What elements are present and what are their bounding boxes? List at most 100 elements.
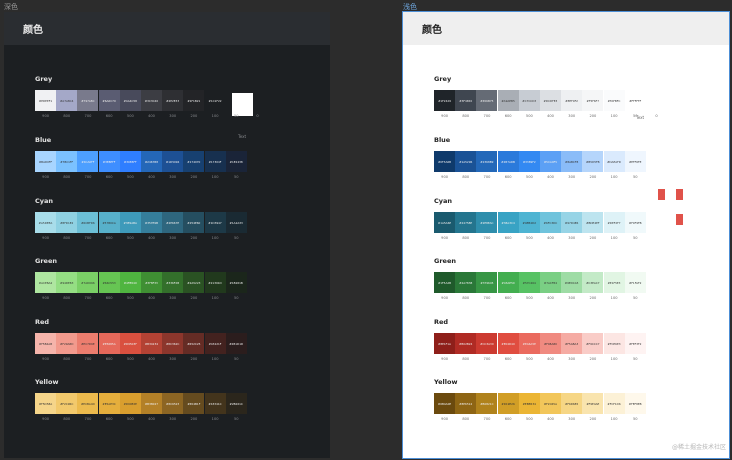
color-swatch[interactable]: #57C264 — [518, 272, 540, 293]
color-swatch[interactable]: #8E1F1A — [434, 333, 455, 354]
color-swatch[interactable]: #652C25 — [183, 333, 205, 354]
color-swatch[interactable]: #2E8EAC — [476, 212, 498, 233]
color-swatch[interactable]: #EEF0F2 — [561, 90, 583, 111]
color-swatch[interactable]: #8C362C — [162, 333, 184, 354]
color-swatch[interactable]: #21391D — [204, 272, 226, 293]
color-swatch[interactable]: #94DE83 — [56, 272, 78, 293]
color-swatch[interactable]: #2467B8 — [140, 151, 162, 172]
color-swatch[interactable]: #24758E — [455, 212, 477, 233]
color-swatch[interactable]: #ACE8A4 — [35, 272, 56, 293]
color-swatch[interactable]: #66C553 — [98, 272, 120, 293]
color-swatch[interactable]: #43221F — [204, 333, 226, 354]
color-swatch[interactable]: #3F4650 — [455, 90, 477, 111]
color-swatch[interactable]: #FCF1D6 — [603, 393, 625, 414]
color-swatch[interactable]: #F5F6F7 — [582, 90, 604, 111]
color-swatch[interactable]: #A5DEEA — [35, 212, 56, 233]
color-swatch[interactable]: #2E2E33 — [162, 90, 184, 111]
color-swatch[interactable]: #FEF8EB — [624, 393, 646, 414]
color-swatch[interactable]: #B5D5FB — [582, 151, 604, 172]
color-swatch[interactable]: #ECBA4D — [77, 393, 99, 414]
color-swatch[interactable]: #F1FAF2 — [624, 272, 646, 293]
color-swatch[interactable]: #D9503F — [119, 333, 141, 354]
color-swatch[interactable]: #3C3C40 — [140, 90, 162, 111]
color-swatch[interactable]: #379645 — [476, 272, 498, 293]
color-swatch[interactable]: #7AD066 — [77, 272, 99, 293]
color-swatch[interactable]: #1C1F22 — [204, 90, 226, 111]
color-swatch[interactable]: #4CA0FF — [77, 151, 99, 172]
color-swatch[interactable]: #2B261C — [225, 393, 247, 414]
color-swatch[interactable]: #254E60 — [183, 212, 205, 233]
color-swatch[interactable]: #EA6A5E — [518, 333, 540, 354]
color-swatch[interactable]: #43341C — [204, 393, 226, 414]
color-swatch[interactable]: #F9CCC7 — [582, 333, 604, 354]
color-swatch[interactable]: #DEF2F7 — [603, 212, 625, 233]
color-swatch[interactable]: #1F2429 — [434, 90, 455, 111]
color-swatch[interactable]: #A9AEB5 — [497, 90, 519, 111]
color-swatch[interactable]: #FEF3F2 — [624, 333, 646, 354]
color-swatch[interactable]: #4FB540 — [119, 272, 141, 293]
color-swatch[interactable]: #8E6514 — [455, 393, 477, 414]
color-swatch[interactable]: #F08A80 — [539, 333, 561, 354]
color-swatch[interactable]: #F6D685 — [561, 393, 583, 414]
color-swatch[interactable]: #DCDFE3 — [539, 90, 561, 111]
color-swatch[interactable]: #1D5094 — [162, 151, 184, 172]
color-swatch[interactable]: #656B75 — [476, 90, 498, 111]
color-swatch[interactable]: #8C6523 — [162, 393, 184, 414]
color-swatch[interactable]: #1A5296 — [455, 151, 477, 172]
color-swatch[interactable]: #7BC1FF — [56, 151, 78, 172]
color-swatch[interactable]: #6A6C70 — [98, 90, 120, 111]
color-swatch[interactable]: #5CA0F5 — [539, 151, 561, 172]
color-swatch[interactable]: #2368B9 — [476, 151, 498, 172]
color-swatch[interactable]: #0F3A6B — [434, 151, 455, 172]
color-swatch[interactable]: #7ACF84 — [539, 272, 561, 293]
color-swatch[interactable]: #FAFBFC — [603, 90, 625, 111]
color-swatch[interactable]: #D19E26 — [497, 393, 519, 414]
color-swatch[interactable]: #F5D58A — [35, 393, 56, 414]
color-swatch[interactable]: #E5685A — [98, 333, 120, 354]
color-swatch[interactable]: #2E667E — [162, 212, 184, 233]
color-swatch[interactable]: #B38027 — [140, 393, 162, 414]
color-swatch[interactable]: #1E2438 — [225, 151, 247, 172]
color-swatch[interactable]: #F2C96C — [56, 393, 78, 414]
color-swatch[interactable]: #FCE6E3 — [603, 333, 625, 354]
color-swatch[interactable]: #1D3947 — [204, 212, 226, 233]
color-swatch[interactable]: #2B7ADB — [497, 151, 519, 172]
color-swatch[interactable]: #2B1D1D — [225, 333, 247, 354]
color-swatch[interactable]: #3085FF — [119, 151, 141, 172]
color-swatch[interactable]: #336F2B — [162, 272, 184, 293]
color-swatch[interactable]: #FFFFFF — [624, 90, 646, 111]
color-swatch[interactable]: #F9E4AE — [582, 393, 604, 414]
color-swatch[interactable]: #EDEEF1 — [35, 90, 56, 111]
color-swatch[interactable]: #F0F9FB — [624, 212, 646, 233]
color-swatch[interactable]: #3E8EFF — [98, 151, 120, 172]
color-swatch[interactable]: #A7A8C4 — [56, 90, 78, 111]
color-swatch[interactable]: #F29A8D — [56, 333, 78, 354]
color-swatch[interactable]: #9EDCA5 — [561, 272, 583, 293]
color-swatch[interactable]: #1F5A2B — [434, 272, 455, 293]
color-swatch[interactable]: #1A5A6E — [434, 212, 455, 233]
color-swatch[interactable]: #97D4E6 — [561, 212, 583, 233]
color-swatch[interactable]: #4EB4D2 — [518, 212, 540, 233]
color-swatch[interactable]: #2A7838 — [455, 272, 477, 293]
color-swatch[interactable]: #1A2A33 — [225, 212, 247, 233]
color-swatch[interactable]: #3E9ABA — [119, 212, 141, 233]
color-swatch[interactable]: #4A4C58 — [119, 90, 141, 111]
color-swatch[interactable]: #B0821C — [476, 393, 498, 414]
color-swatch[interactable]: #F5ABA3 — [561, 333, 583, 354]
color-swatch[interactable]: #E04D40 — [497, 333, 519, 354]
color-swatch[interactable]: #F5B4AB — [35, 333, 56, 354]
color-swatch[interactable]: #D99E2E — [119, 393, 141, 414]
color-swatch[interactable]: #B02B24 — [455, 333, 477, 354]
color-swatch[interactable]: #43AE50 — [497, 272, 519, 293]
color-swatch[interactable]: #174070 — [183, 151, 205, 172]
color-swatch[interactable]: #C3EAC7 — [582, 272, 604, 293]
color-swatch[interactable]: #BAD0FF — [35, 151, 56, 172]
color-swatch[interactable]: #BDE4EF — [582, 212, 604, 233]
color-swatch[interactable]: #6B4A0E — [434, 393, 455, 414]
color-swatch[interactable]: #E5AE3C — [98, 393, 120, 414]
color-swatch[interactable]: #38A3C4 — [497, 212, 519, 233]
tab-dark[interactable]: 深色 — [4, 2, 18, 12]
color-swatch[interactable]: #E1F5E3 — [603, 272, 625, 293]
color-swatch[interactable]: #8ABCF8 — [561, 151, 583, 172]
color-swatch[interactable]: #EFF6FE — [624, 151, 646, 172]
